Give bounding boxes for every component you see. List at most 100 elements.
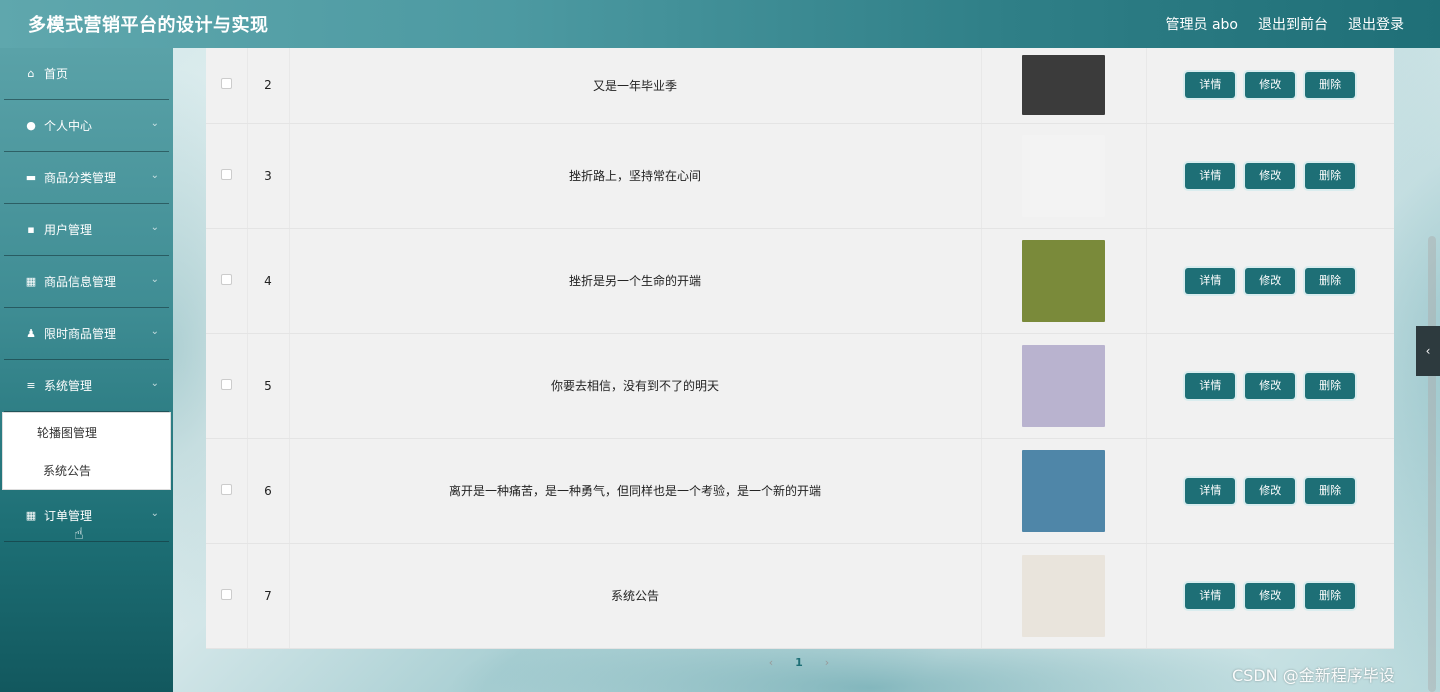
admin-user-label[interactable]: 管理员 abo xyxy=(1166,14,1238,34)
scrollbar[interactable] xyxy=(1428,236,1436,692)
actions-cell: 详情 修改 删除 xyxy=(1146,438,1394,544)
delete-button[interactable]: 删除 xyxy=(1305,372,1356,399)
header-actions: 管理员 abo 退出到前台 退出登录 xyxy=(1166,14,1404,34)
chevron-down-icon: ⌄ xyxy=(150,508,159,519)
row-checkbox[interactable] xyxy=(220,378,232,390)
home-icon: ⌂ xyxy=(27,67,35,80)
chevron-down-icon: ⌄ xyxy=(150,274,159,285)
sidebar-item-label: 限时商品管理 xyxy=(44,327,117,341)
row-title: 挫折是另一个生命的开端 xyxy=(289,228,982,334)
sidebar-item-label: 商品信息管理 xyxy=(44,275,117,289)
data-table: 2 又是一年毕业季 详情 修改 删除 3 挫折路上，坚持常在心间 详情 修改 删… xyxy=(206,48,1394,649)
checkbox-cell xyxy=(206,543,248,649)
checkbox-cell xyxy=(206,48,248,124)
chevron-down-icon: ⌄ xyxy=(150,378,159,389)
checkbox-cell xyxy=(206,228,248,334)
edit-button[interactable]: 修改 xyxy=(1245,477,1296,504)
table-row: 4 挫折是另一个生命的开端 详情 修改 删除 xyxy=(206,228,1394,334)
sidebar-item-label: 系统管理 xyxy=(44,379,93,393)
checkbox-cell xyxy=(206,123,248,229)
actions-cell: 详情 修改 删除 xyxy=(1146,48,1394,124)
back-to-front-link[interactable]: 退出到前台 xyxy=(1258,14,1328,34)
edit-button[interactable]: 修改 xyxy=(1245,372,1296,399)
user-icon: ● xyxy=(26,119,36,132)
table-row: 2 又是一年毕业季 详情 修改 删除 xyxy=(206,48,1394,124)
detail-button[interactable]: 详情 xyxy=(1185,267,1236,294)
top-header: 多模式营销平台的设计与实现 管理员 abo 退出到前台 退出登录 xyxy=(0,0,1440,48)
row-index: 3 xyxy=(247,123,290,229)
table-row: 7 系统公告 详情 修改 删除 xyxy=(206,543,1394,649)
submenu-item-carousel[interactable]: 轮播图管理 xyxy=(3,413,170,451)
row-index: 7 xyxy=(247,543,290,649)
row-thumbnail-image[interactable] xyxy=(1022,449,1105,532)
delete-button[interactable]: 删除 xyxy=(1305,267,1356,294)
list-icon: ≡ xyxy=(26,379,36,392)
edit-button[interactable]: 修改 xyxy=(1245,582,1296,609)
row-thumbnail-image[interactable] xyxy=(1022,344,1105,427)
image-cell xyxy=(981,438,1147,544)
row-title: 挫折路上，坚持常在心间 xyxy=(289,123,982,229)
detail-button[interactable]: 详情 xyxy=(1185,582,1236,609)
edit-button[interactable]: 修改 xyxy=(1245,162,1296,189)
detail-button[interactable]: 详情 xyxy=(1185,162,1236,189)
row-checkbox[interactable] xyxy=(220,168,232,180)
sidebar-item-personal-center[interactable]: ● 个人中心 ⌄ xyxy=(4,100,169,152)
prev-page-button[interactable]: ‹ xyxy=(764,656,778,669)
row-index: 4 xyxy=(247,228,290,334)
system-submenu: 轮播图管理 系统公告 xyxy=(2,412,171,490)
delete-button[interactable]: 删除 xyxy=(1305,72,1356,99)
checkbox-cell xyxy=(206,333,248,439)
delete-button[interactable]: 删除 xyxy=(1305,477,1356,504)
detail-button[interactable]: 详情 xyxy=(1185,72,1236,99)
image-cell xyxy=(981,228,1147,334)
sidebar-item-product-info[interactable]: ▦ 商品信息管理 ⌄ xyxy=(4,256,169,308)
row-index: 2 xyxy=(247,48,290,124)
row-title: 又是一年毕业季 xyxy=(289,48,982,124)
checkbox-cell xyxy=(206,438,248,544)
sidebar-item-home[interactable]: ⌂ 首页 xyxy=(4,48,169,100)
submenu-item-notice[interactable]: 系统公告 xyxy=(3,451,170,489)
table-row: 5 你要去相信，没有到不了的明天 详情 修改 删除 xyxy=(206,333,1394,439)
row-title: 离开是一种痛苦，是一种勇气，但同样也是一个考验，是一个新的开端 xyxy=(289,438,982,544)
image-cell xyxy=(981,48,1147,124)
page-number-button[interactable]: 1 xyxy=(792,656,806,669)
row-checkbox[interactable] xyxy=(220,483,232,495)
hand-cursor-icon: ☝ xyxy=(74,524,84,543)
app-title: 多模式营销平台的设计与实现 xyxy=(28,15,269,36)
image-cell xyxy=(981,543,1147,649)
edit-button[interactable]: 修改 xyxy=(1245,267,1296,294)
row-title: 你要去相信，没有到不了的明天 xyxy=(289,333,982,439)
grid-icon: ▦ xyxy=(25,275,37,288)
sidebar-item-users[interactable]: ▪ 用户管理 ⌄ xyxy=(4,204,169,256)
delete-button[interactable]: 删除 xyxy=(1305,162,1356,189)
logout-link[interactable]: 退出登录 xyxy=(1348,14,1404,34)
monitor-icon: ▬ xyxy=(25,171,37,184)
sidebar: ⌂ 首页 ● 个人中心 ⌄ ▬ 商品分类管理 ⌄ ▪ 用户管理 ⌄ ▦ 商品信息… xyxy=(0,48,173,692)
row-thumbnail-image[interactable] xyxy=(1022,134,1105,217)
sidebar-item-category[interactable]: ▬ 商品分类管理 ⌄ xyxy=(4,152,169,204)
row-checkbox[interactable] xyxy=(220,273,232,285)
table-row: 3 挫折路上，坚持常在心间 详情 修改 删除 xyxy=(206,123,1394,229)
data-table-container: 2 又是一年毕业季 详情 修改 删除 3 挫折路上，坚持常在心间 详情 修改 删… xyxy=(206,48,1394,649)
sidebar-item-label: 订单管理 xyxy=(44,509,93,523)
detail-button[interactable]: 详情 xyxy=(1185,372,1236,399)
sidebar-item-flash-sale[interactable]: ♟ 限时商品管理 ⌄ xyxy=(4,308,169,360)
next-page-button[interactable]: › xyxy=(820,656,834,669)
detail-button[interactable]: 详情 xyxy=(1185,477,1236,504)
chevron-down-icon: ⌄ xyxy=(150,326,159,337)
edit-button[interactable]: 修改 xyxy=(1245,72,1296,99)
row-thumbnail-image[interactable] xyxy=(1022,239,1105,322)
sidebar-item-orders[interactable]: ▦ 订单管理 ⌄ xyxy=(4,490,169,542)
sidebar-item-label: 首页 xyxy=(44,67,69,81)
collapse-panel-button[interactable]: ‹ xyxy=(1416,326,1440,376)
row-thumbnail-image[interactable] xyxy=(1022,554,1105,637)
watermark: CSDN @金新程序毕设 xyxy=(1232,666,1395,685)
delete-button[interactable]: 删除 xyxy=(1305,582,1356,609)
sidebar-item-system[interactable]: ≡ 系统管理 ⌄ xyxy=(4,360,169,412)
row-checkbox[interactable] xyxy=(220,588,232,600)
row-index: 5 xyxy=(247,333,290,439)
row-checkbox[interactable] xyxy=(220,78,232,90)
printer-icon: ▪ xyxy=(27,223,35,236)
row-thumbnail-image[interactable] xyxy=(1022,55,1105,116)
image-cell xyxy=(981,123,1147,229)
